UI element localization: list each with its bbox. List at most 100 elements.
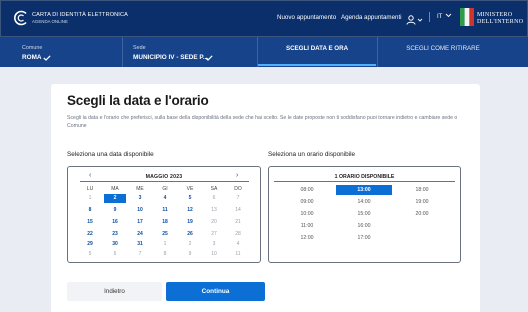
prev-month-button[interactable]: ‹	[89, 172, 91, 179]
calendar-day: 14	[235, 207, 241, 213]
calendar-day: 9	[188, 251, 192, 257]
calendar-day-selected[interactable]: 2	[104, 194, 126, 203]
language-label: IT	[437, 14, 443, 20]
calendar-day: 2	[188, 241, 192, 247]
logo-title: CARTA DI IDENTITÀ ELETTRONICA	[32, 12, 128, 18]
user-icon	[406, 15, 423, 25]
calendar-day: 6	[113, 251, 117, 257]
calendar-day[interactable]: 15	[79, 218, 101, 227]
calendar-day[interactable]: 11	[154, 206, 176, 215]
calendar-day[interactable]: 23	[104, 230, 126, 239]
calendar-day[interactable]: 19	[179, 218, 201, 227]
calendar-day[interactable]: 16	[104, 218, 126, 227]
top-header: CARTA DI IDENTITÀ ELETTRONICA AGENDA ONL…	[0, 0, 528, 37]
calendar-day[interactable]: 25	[154, 230, 176, 239]
calendar-day: 20	[211, 219, 217, 225]
calendar-day[interactable]: 4	[154, 194, 176, 203]
step-active-indicator	[258, 64, 376, 66]
calendar-day[interactable]: 8	[79, 206, 101, 215]
logo-subtitle: AGENDA ONLINE	[32, 19, 68, 24]
back-button[interactable]: Indietro	[67, 282, 162, 301]
page-description: Scegli la data e l'orario che preferisci…	[67, 115, 458, 130]
calendar-day[interactable]: 18	[154, 218, 176, 227]
calendar-day[interactable]: 5	[179, 194, 201, 203]
chevron-down-icon	[445, 13, 452, 18]
calendar-day[interactable]: 30	[104, 240, 126, 249]
time-slot[interactable]: 10:00	[279, 209, 335, 219]
weekday-label: MA	[111, 186, 119, 192]
step-divider	[122, 37, 123, 67]
weekday-label: GI	[162, 186, 168, 192]
time-slot[interactable]: 08:00	[279, 185, 335, 195]
step-divider	[377, 37, 378, 67]
new-appointment-link[interactable]: Nuovo appuntamento	[277, 14, 336, 21]
calendar-day: 8	[163, 251, 167, 257]
time-slot[interactable]: 20:00	[394, 209, 450, 219]
time-slot[interactable]: 18:00	[394, 185, 450, 195]
step-pickup-method[interactable]: SCEGLI COME RITIRARE	[378, 45, 508, 52]
calendar-day: 3	[212, 241, 216, 247]
calendar-day: 13	[211, 207, 217, 213]
calendar-day: 7	[138, 251, 142, 257]
ministry-name: MINISTERO DELL'INTERNO	[477, 12, 523, 25]
calendar-day[interactable]: 9	[104, 206, 126, 215]
calendar-day: 10	[211, 251, 217, 257]
time-slot-selected[interactable]: 13:00	[336, 185, 392, 195]
time-slot[interactable]: 17:00	[336, 233, 392, 243]
time-section-label: Seleziona un orario disponibile	[268, 151, 356, 158]
step-active-date-time: SCEGLI DATA E ORA	[285, 45, 349, 52]
calendar-day[interactable]: 22	[79, 230, 101, 239]
weekday-label: DO	[234, 186, 242, 192]
republic-emblem-icon	[460, 8, 474, 26]
header-separator	[429, 12, 430, 22]
step-bar: Comune ROMA Sede MUNICIPIO IV - SEDE P..…	[0, 37, 528, 67]
step-sede-value: MUNICIPIO IV - SEDE P...	[133, 54, 209, 61]
language-selector[interactable]: IT	[437, 13, 452, 20]
step-comune-label: Comune	[22, 45, 43, 51]
cie-logo-icon	[14, 10, 27, 26]
calendar-day[interactable]: 17	[129, 218, 151, 227]
calendar-day[interactable]: 31	[129, 240, 151, 249]
calendar-day[interactable]: 24	[129, 230, 151, 239]
date-section-label: Seleziona una data disponibile	[67, 151, 154, 158]
calendar-day[interactable]: 10	[129, 206, 151, 215]
time-slot[interactable]: 11:00	[279, 221, 335, 231]
step-comune-value: ROMA	[22, 54, 42, 61]
calendar-day: 11	[235, 251, 241, 257]
check-icon	[205, 55, 213, 61]
step-divider	[257, 37, 258, 67]
agenda-link[interactable]: Agenda appuntamenti	[341, 14, 402, 21]
weekday-label: VE	[186, 186, 194, 192]
calendar-day: 5	[88, 251, 92, 257]
time-slot[interactable]: 15:00	[336, 209, 392, 219]
calendar-day[interactable]: 12	[179, 206, 201, 215]
time-slot[interactable]: 19:00	[394, 197, 450, 207]
continue-button[interactable]: Continua	[166, 282, 265, 301]
weekday-label: ME	[136, 186, 144, 192]
weekday-label: LU	[86, 186, 94, 192]
check-icon	[43, 55, 51, 61]
step-sede-label: Sede	[133, 45, 146, 51]
time-slot[interactable]: 16:00	[336, 221, 392, 231]
calendar-day: 21	[235, 219, 241, 225]
ministry-line-2: DELL'INTERNO	[477, 18, 524, 25]
weekday-label: SA	[210, 186, 218, 192]
page-title: Scegli la data e l'orario	[67, 93, 209, 108]
time-slot[interactable]: 14:00	[336, 197, 392, 207]
calendar-day[interactable]: 26	[179, 230, 201, 239]
calendar-day[interactable]: 3	[129, 194, 151, 203]
calendar-day: 1	[88, 195, 92, 201]
calendar-day: 7	[236, 195, 240, 201]
calendar-month: MAGGIO 2023	[145, 174, 183, 180]
user-menu[interactable]	[406, 12, 424, 25]
time-slot[interactable]: 09:00	[279, 197, 335, 207]
time-divider	[274, 181, 455, 182]
calendar-day: 27	[211, 231, 217, 237]
next-month-button[interactable]: ›	[236, 172, 238, 179]
calendar-day: 6	[212, 195, 216, 201]
time-slot[interactable]: 12:00	[279, 233, 335, 243]
calendar-day[interactable]: 29	[79, 240, 101, 249]
calendar-day: 1	[163, 241, 167, 247]
time-slots-title: 1 ORARIO DISPONIBILE	[334, 174, 395, 180]
calendar-day: 4	[236, 241, 240, 247]
